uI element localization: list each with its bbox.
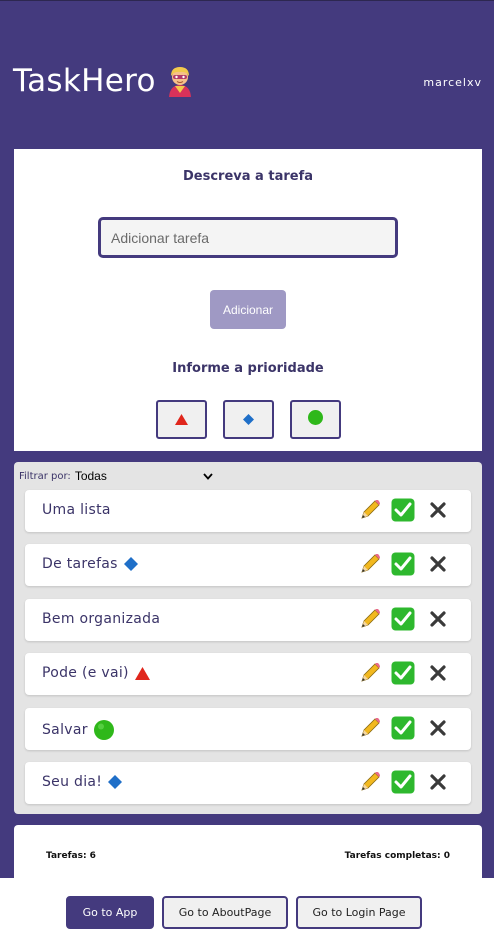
task-list-panel: Filtrar por: Todas Uma lista De tarefas …: [14, 462, 482, 814]
task-text: Uma lista: [42, 502, 111, 518]
task-text: Salvar: [42, 722, 88, 738]
check-mark-icon[interactable]: [391, 552, 415, 576]
close-icon[interactable]: [426, 661, 450, 685]
chevron-down-icon: [203, 469, 213, 483]
priority-medium-button[interactable]: [223, 400, 274, 439]
add-task-title: Descreva a tarefa: [183, 169, 313, 184]
close-icon[interactable]: [426, 770, 450, 794]
task-label-wrap: Pode (e vai): [42, 665, 150, 681]
task-text: Bem organizada: [42, 611, 161, 627]
task-label-wrap: Bem organizada: [42, 611, 160, 627]
go-to-about-button[interactable]: Go to AboutPage: [162, 896, 288, 929]
check-mark-icon[interactable]: [391, 498, 415, 522]
priority-low-button[interactable]: [290, 400, 341, 439]
check-mark-icon[interactable]: [391, 770, 415, 794]
green-circle-icon: [308, 410, 323, 429]
task-item: Pode (e vai): [25, 653, 471, 695]
go-to-login-button[interactable]: Go to Login Page: [296, 896, 422, 929]
go-to-app-button[interactable]: Go to App: [66, 896, 154, 929]
task-text: Seu dia!: [42, 774, 103, 790]
check-mark-icon[interactable]: [391, 716, 415, 740]
filter-select[interactable]: Todas: [75, 468, 213, 484]
task-label-wrap: Uma lista: [42, 502, 111, 518]
app-title: TaskHero: [13, 63, 156, 99]
filter-selected-value: Todas: [74, 469, 107, 483]
task-item: Seu dia!: [25, 762, 471, 804]
priority-title: Informe a prioridade: [172, 361, 324, 376]
close-icon[interactable]: [426, 498, 450, 522]
blue-diamond-icon: [243, 410, 254, 429]
task-item: Uma lista: [25, 490, 471, 532]
bottom-nav: Go to App Go to AboutPage Go to Login Pa…: [0, 878, 494, 940]
task-text: Pode (e vai): [42, 665, 129, 681]
pencil-icon[interactable]: [358, 716, 382, 740]
close-icon[interactable]: [426, 607, 450, 631]
filter-label: Filtrar por:: [19, 470, 71, 482]
check-mark-icon[interactable]: [391, 661, 415, 685]
pencil-icon[interactable]: [358, 770, 382, 794]
username: marcelxv: [423, 76, 482, 89]
app-container: TaskHero marcelxv Descreva a tarefa Adic…: [0, 0, 494, 885]
add-button[interactable]: Adicionar: [210, 290, 286, 329]
pencil-icon[interactable]: [358, 498, 382, 522]
task-item: De tarefas: [25, 544, 471, 586]
filter-row: Filtrar por: Todas: [19, 468, 213, 484]
task-label-wrap: Seu dia!: [42, 774, 123, 790]
add-task-card: Descreva a tarefa Adicionar Informe a pr…: [14, 149, 482, 451]
close-icon[interactable]: [426, 552, 450, 576]
total-tasks: Tarefas: 6: [46, 851, 96, 861]
pencil-icon[interactable]: [358, 552, 382, 576]
task-text: De tarefas: [42, 556, 118, 572]
blue-diamond-icon: [123, 557, 138, 571]
header: TaskHero marcelxv: [0, 1, 494, 149]
task-label-wrap: De tarefas: [42, 556, 138, 572]
priority-high-button[interactable]: [156, 400, 207, 439]
completed-tasks: Tarefas completas: 0: [344, 851, 450, 861]
green-circle-icon: [93, 720, 114, 740]
stats-card: Tarefas: 6 Tarefas completas: 0: [14, 825, 482, 885]
red-triangle-icon: [175, 410, 188, 429]
pencil-icon[interactable]: [358, 607, 382, 631]
check-mark-icon[interactable]: [391, 607, 415, 631]
task-item: Bem organizada: [25, 599, 471, 641]
task-item: Salvar: [25, 708, 471, 750]
task-input[interactable]: [98, 217, 398, 258]
pencil-icon[interactable]: [358, 661, 382, 685]
blue-diamond-icon: [108, 775, 123, 789]
red-triangle-icon: [134, 666, 150, 680]
superhero-icon: [162, 63, 198, 99]
task-label-wrap: Salvar: [42, 720, 114, 740]
app-brand: TaskHero: [13, 63, 198, 99]
close-icon[interactable]: [426, 716, 450, 740]
